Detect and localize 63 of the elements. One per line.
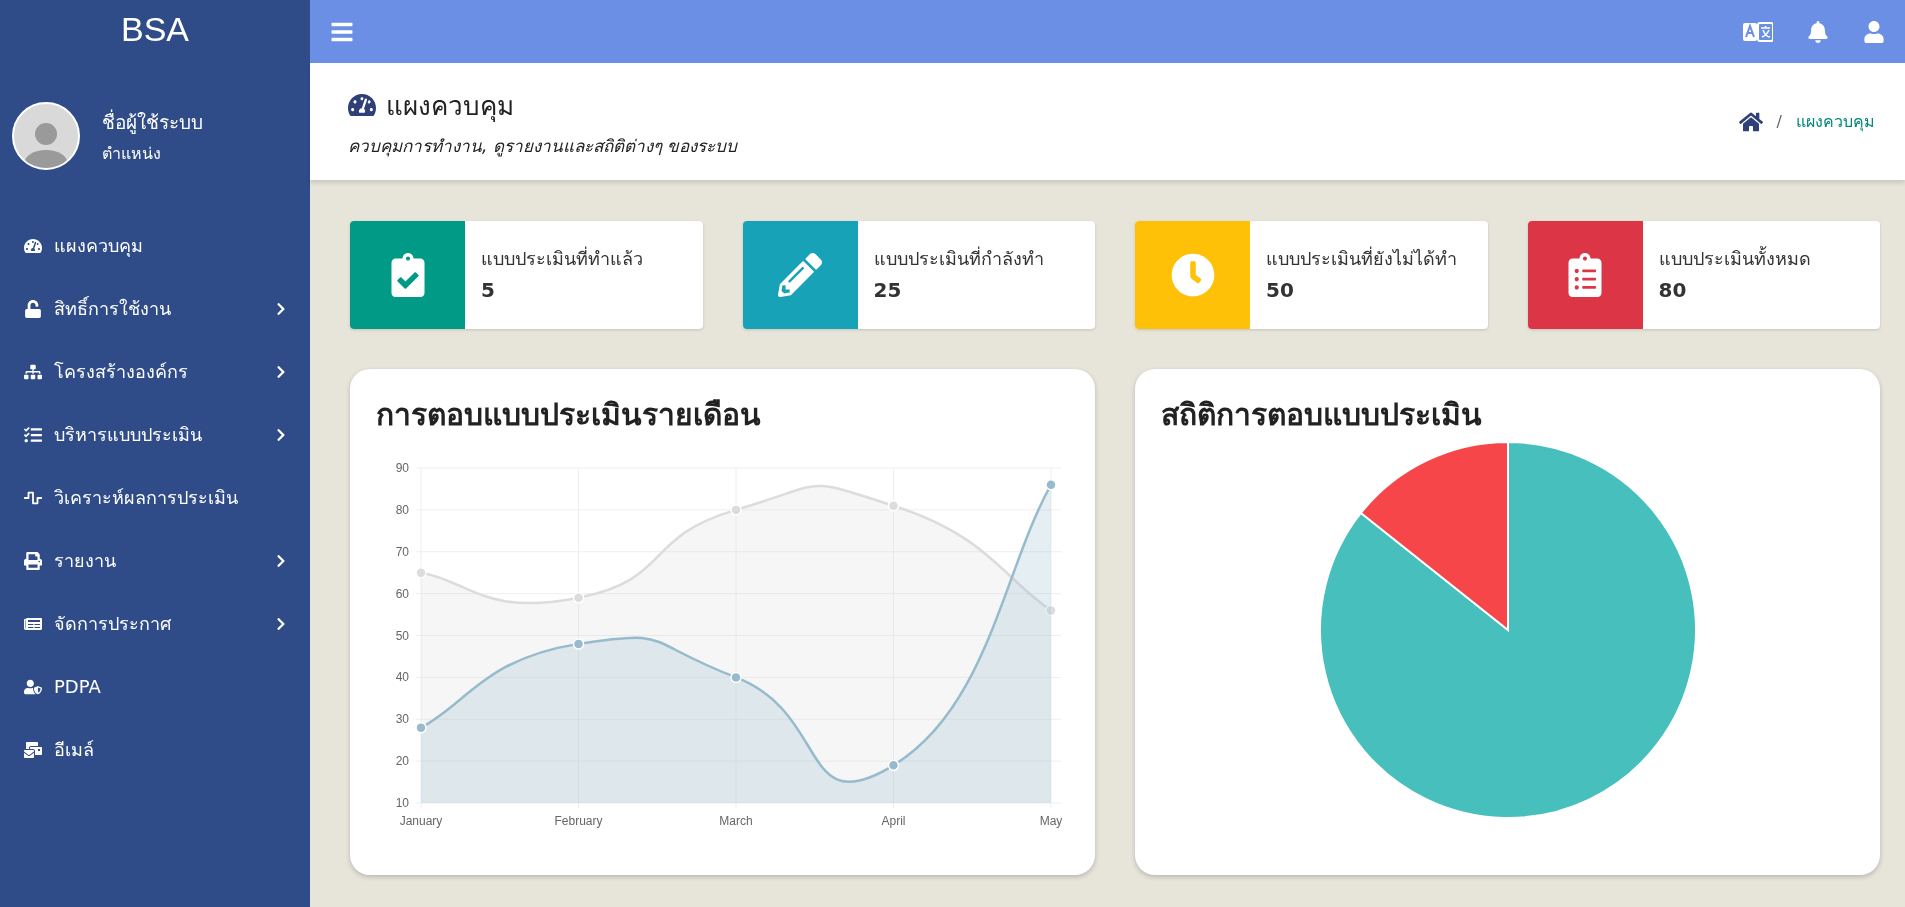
language-icon[interactable] <box>1743 21 1773 42</box>
data-point <box>572 592 585 604</box>
data-point <box>887 759 900 772</box>
axis-tick-label: March <box>719 814 753 828</box>
user-role: ตำแหน่ง <box>102 142 162 165</box>
card-value: 80 <box>1658 278 1688 303</box>
sidebar-item[interactable]: รายงาน <box>0 529 310 592</box>
data-point <box>572 638 585 650</box>
sitemap-icon <box>24 362 42 381</box>
axis-tick-label: 90 <box>395 461 409 475</box>
sidebar-item[interactable]: แผงควบคุม <box>0 214 310 277</box>
data-point <box>730 504 742 516</box>
page-title: แผงควบคุม <box>386 89 514 124</box>
sidebar-item[interactable]: วิเคราะห์ผลการประเมิน <box>0 466 310 529</box>
data-point <box>415 721 427 734</box>
card-value: 25 <box>873 278 903 303</box>
axis-tick-label: 60 <box>395 586 409 601</box>
data-point <box>887 499 900 512</box>
chart-title: สถิติการตอบแบบประเมิน <box>1161 396 1483 434</box>
axis-tick-label: February <box>554 814 603 828</box>
unlock-icon <box>24 299 42 318</box>
mail-icon <box>24 740 42 759</box>
sidebar-item[interactable]: PDPA <box>0 655 310 718</box>
card-value: 5 <box>481 278 496 303</box>
user-icon[interactable] <box>1863 20 1885 43</box>
sidebar-item[interactable]: อีเมล์ <box>0 718 310 781</box>
axis-tick-label: 30 <box>395 712 409 727</box>
breadcrumb-separator: / <box>1776 112 1782 131</box>
card-label: แบบประเมินที่ยังไม่ได้ทำ <box>1266 247 1458 271</box>
sidebar-item[interactable]: บริหารแบบประเมิน <box>0 403 310 466</box>
bell-icon[interactable] <box>1807 20 1829 43</box>
pencil-icon <box>778 253 822 297</box>
card-label: แบบประเมินทั้งหมด <box>1658 247 1812 271</box>
user-shield-icon <box>24 677 42 696</box>
axis-tick-label: 70 <box>395 544 409 559</box>
data-point <box>415 566 427 579</box>
sidebar-item[interactable]: จัดการประกาศ <box>0 592 310 655</box>
sidebar-item[interactable]: สิทธิ์การใช้งาน <box>0 277 310 340</box>
axis-tick-label: May <box>1039 814 1063 828</box>
user-name: ชื่อผู้ใช้ระบบ <box>102 108 203 136</box>
card-label: แบบประเมินที่ทำแล้ว <box>481 247 644 271</box>
axis-tick-label: 80 <box>395 502 409 517</box>
page-subtitle: ควบคุมการทำงาน, ดูรายงานและสถิติต่างๆ ของระบบ <box>348 134 738 159</box>
axis-tick-label: 10 <box>395 796 409 810</box>
axis-tick-label: 20 <box>395 754 409 769</box>
sidebar-item[interactable]: โครงสร้างองค์กร <box>0 340 310 403</box>
clock-icon <box>1170 253 1215 297</box>
axis-tick-label: January <box>399 814 443 828</box>
gauge-icon <box>24 236 42 255</box>
data-point <box>1045 604 1057 617</box>
card-label: แบบประเมินที่กำลังทำ <box>873 247 1045 271</box>
card-value: 50 <box>1266 278 1295 303</box>
brand-logo[interactable]: BSA <box>0 0 310 58</box>
axis-tick-label: 50 <box>395 628 409 643</box>
breadcrumb-link[interactable]: แผงควบคุม <box>1796 109 1875 134</box>
printer-icon <box>24 551 42 570</box>
data-point <box>730 671 742 684</box>
axis-tick-label: 40 <box>395 670 409 685</box>
axis-tick-label: April <box>881 814 906 828</box>
data-point <box>1045 479 1057 491</box>
gauge-icon <box>348 91 376 119</box>
chart-title: การตอบแบบประเมินรายเดือน <box>376 396 762 434</box>
checklist-icon <box>24 425 42 444</box>
